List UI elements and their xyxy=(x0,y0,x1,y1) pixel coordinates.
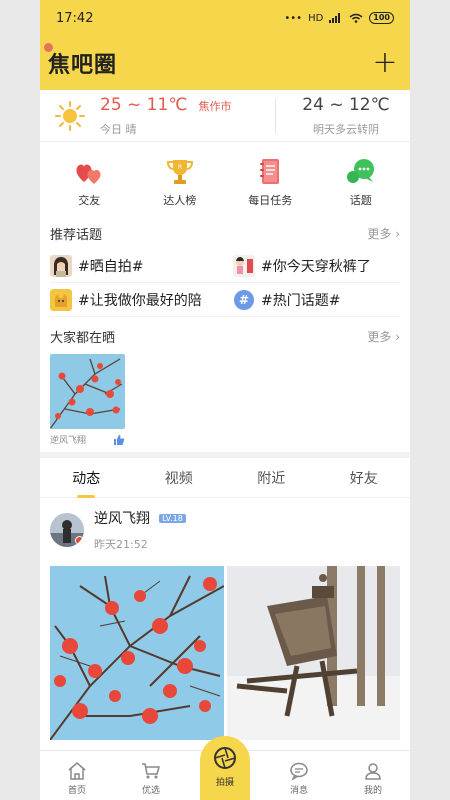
signal-bars-icon xyxy=(329,13,341,23)
more-dots-icon: ••• xyxy=(284,12,303,24)
chat-bubbles-icon xyxy=(346,159,374,183)
shoot-button[interactable]: 拍摄 xyxy=(200,736,250,800)
topic-grid: #晒自拍# #你今天穿秋裤了 #让我做你最好的陪 # #热门话题# xyxy=(40,249,410,317)
more-shares-link[interactable]: 更多 › xyxy=(367,328,400,345)
notebook-icon xyxy=(260,159,280,184)
tab-feed[interactable]: 动态 xyxy=(62,468,110,498)
wooden-tool-photo[interactable] xyxy=(226,566,400,740)
cart-icon xyxy=(142,763,160,779)
add-post-button[interactable]: + xyxy=(370,48,400,78)
header: 焦吧圈 + xyxy=(40,36,410,90)
message-icon xyxy=(290,762,308,780)
tomorrow-weather: 明天多云转阴 xyxy=(313,122,379,136)
persimmon-tree-photo[interactable] xyxy=(50,566,224,740)
hearts-icon xyxy=(76,164,101,184)
share-card[interactable]: 逆风飞翔 xyxy=(40,352,410,452)
bottom-nav: 首页 优选 消息 我的 拍摄 xyxy=(40,736,410,800)
today-temperature: 25 ~ 11℃ xyxy=(100,94,188,115)
nav-messages[interactable]: 消息 xyxy=(269,762,329,796)
app-screen: 17:42 ••• HD 100 焦吧圈 + 25 ~ 11℃ 焦作市 今日 晴… xyxy=(40,0,410,800)
menu-item-ranking[interactable]: R 达人榜 xyxy=(140,158,220,208)
post-author[interactable]: 逆风飞翔 xyxy=(94,511,150,527)
recommended-topics-header: 推荐话题 更多 › xyxy=(40,218,410,249)
post-time: 昨天21:52 xyxy=(94,538,148,551)
selfie-thumbnail xyxy=(50,254,72,277)
home-icon xyxy=(68,762,86,780)
feed-tabs: 动态 视频 附近 好友 xyxy=(40,458,410,498)
topic-item[interactable]: #晒自拍# xyxy=(50,249,225,283)
nav-profile[interactable]: 我的 xyxy=(343,762,403,796)
menu-label: 交友 xyxy=(78,194,101,207)
menu-label: 每日任务 xyxy=(248,194,293,207)
weather-card[interactable]: 25 ~ 11℃ 焦作市 今日 晴 24 ~ 12℃ 明天多云转阴 xyxy=(40,90,410,142)
tab-friends[interactable]: 好友 xyxy=(340,468,388,488)
svg-text:R: R xyxy=(178,164,182,171)
svg-text:#: # xyxy=(239,293,249,307)
section-title: 大家都在晒 xyxy=(50,331,116,346)
menu-item-friends[interactable]: 交友 xyxy=(49,158,129,208)
sun-icon xyxy=(55,100,85,131)
hash-icon: # xyxy=(234,289,254,310)
status-time: 17:42 xyxy=(56,10,94,26)
tab-video[interactable]: 视频 xyxy=(155,468,203,488)
more-topics-link[interactable]: 更多 › xyxy=(367,225,400,242)
menu-label: 话题 xyxy=(349,194,372,207)
share-author: 逆风飞翔 xyxy=(50,436,87,446)
everyone-sharing-header: 大家都在晒 更多 › xyxy=(40,317,410,352)
page-title: 焦吧圈 xyxy=(43,43,117,79)
topic-item[interactable]: #让我做你最好的陪 xyxy=(50,283,225,317)
persimmon-photo xyxy=(50,354,125,429)
menu-item-topics[interactable]: 话题 xyxy=(321,158,401,208)
feed-post: 逆风飞翔 LV.18 昨天21:52 xyxy=(40,498,410,765)
signal-icon: HD xyxy=(308,12,324,24)
status-dot xyxy=(75,536,84,545)
post-photos xyxy=(50,566,400,740)
long-johns-thumbnail xyxy=(233,254,255,277)
aperture-icon xyxy=(214,747,236,769)
city-name: 焦作市 xyxy=(198,99,232,113)
status-bar: 17:42 ••• HD 100 xyxy=(40,0,410,36)
topic-item[interactable]: # #热门话题# xyxy=(225,283,400,317)
topic-item[interactable]: #你今天穿秋裤了 xyxy=(225,249,400,283)
tab-nearby[interactable]: 附近 xyxy=(247,468,295,488)
nav-select[interactable]: 优选 xyxy=(121,762,181,796)
avatar[interactable] xyxy=(50,513,84,547)
cat-thumbnail xyxy=(50,288,72,311)
section-title: 推荐话题 xyxy=(50,228,103,243)
tomorrow-temperature: 24 ~ 12℃ xyxy=(302,94,390,115)
thumbs-up-icon[interactable] xyxy=(113,434,125,446)
nav-home[interactable]: 首页 xyxy=(47,762,107,796)
user-icon xyxy=(365,763,381,780)
wifi-icon xyxy=(349,13,363,23)
battery-icon: 100 xyxy=(369,12,394,24)
quick-menu: 交友 R 达人榜 每日任务 话题 xyxy=(40,142,410,218)
divider xyxy=(275,97,276,134)
level-badge: LV.18 xyxy=(159,514,186,523)
trophy-icon: R xyxy=(166,160,193,184)
menu-item-daily-tasks[interactable]: 每日任务 xyxy=(230,158,310,208)
today-weather: 今日 晴 xyxy=(100,122,137,136)
menu-label: 达人榜 xyxy=(163,194,197,207)
top-bar: 17:42 ••• HD 100 焦吧圈 + xyxy=(40,0,410,90)
